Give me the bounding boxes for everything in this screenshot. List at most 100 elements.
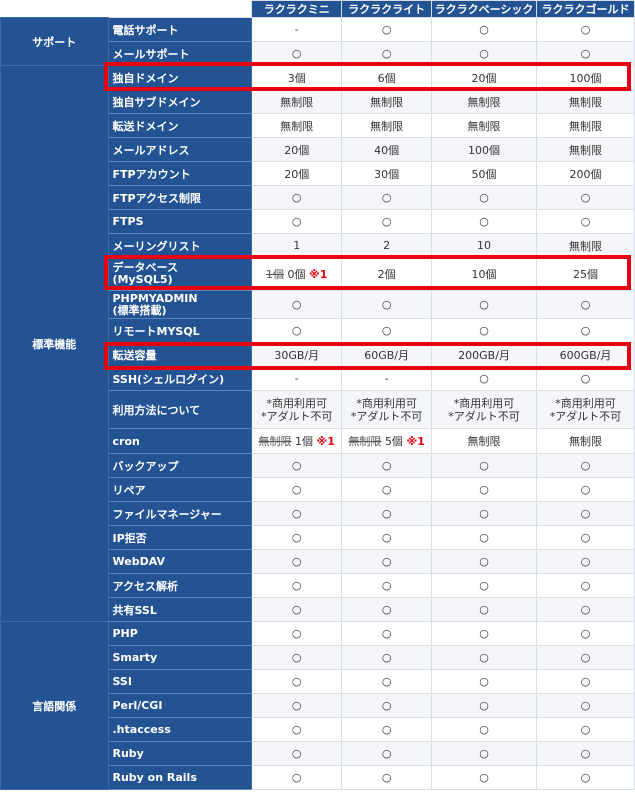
feature-label-line: (標準搭載) <box>112 303 167 317</box>
cell-value: 200GB/月 <box>431 342 538 367</box>
cell-value: ○ <box>251 621 343 646</box>
cell-value: - <box>251 366 343 391</box>
cell-value: ○ <box>341 477 433 502</box>
cell-value: ○ <box>251 645 343 670</box>
cell-value: ○ <box>431 693 538 718</box>
cell-value: ○ <box>251 290 343 319</box>
cell-value: 無制限 <box>431 89 538 114</box>
usage-commercial: *商用利用可 <box>555 396 616 410</box>
cell-value: ○ <box>251 669 343 694</box>
feature-label: SSI <box>107 669 253 694</box>
cell-value: ○ <box>431 366 538 391</box>
cell-value: 10個 <box>431 257 538 291</box>
cell-value: ○ <box>251 549 343 574</box>
cell-value: ○ <box>341 525 433 550</box>
cell-value: 無制限 <box>536 428 635 454</box>
cell-value: ○ <box>251 41 343 66</box>
cell-value: ○ <box>341 621 433 646</box>
usage-commercial: *商用利用可 <box>356 396 417 410</box>
cell-value: ○ <box>431 290 538 319</box>
note-mark: ※1 <box>406 435 425 448</box>
cell-value: ○ <box>341 573 433 598</box>
cell-value: ○ <box>431 741 538 766</box>
category-support: サポート <box>0 17 109 66</box>
plan-header-mini: ラクラクミニ <box>251 0 343 18</box>
cell-value: ○ <box>536 669 635 694</box>
cell-value: - <box>341 366 433 391</box>
feature-label: 電話サポート <box>107 17 253 42</box>
cell-value: 1個 0個 ※1 <box>251 257 343 291</box>
header-blank <box>0 0 252 18</box>
cell-value: ○ <box>251 693 343 718</box>
table-row: サポート 電話サポート - ○ ○ ○ <box>0 17 635 66</box>
cell-value: ○ <box>341 597 433 622</box>
feature-label: 独自ドメイン <box>107 65 253 90</box>
feature-label: 利用方法について <box>107 390 253 429</box>
cell-value: 無制限 <box>341 89 433 114</box>
cell-value: ○ <box>341 209 433 234</box>
current-value: 0個 <box>287 268 306 281</box>
cell-value: ○ <box>341 318 433 343</box>
cell-value: ○ <box>341 41 433 66</box>
cell-value: 無制限 <box>536 137 635 162</box>
struck-value: 1個 <box>266 268 285 281</box>
cell-value: ○ <box>341 669 433 694</box>
cell-value: ○ <box>251 717 343 742</box>
cell-value: *商用利用可 *アダルト不可 <box>341 390 433 429</box>
feature-label: IP拒否 <box>107 525 253 550</box>
cell-value: ○ <box>341 185 433 210</box>
cell-value: ○ <box>536 185 635 210</box>
cell-value: ○ <box>251 501 343 526</box>
cell-value: 2 <box>341 233 433 258</box>
cell-value: ○ <box>431 525 538 550</box>
feature-label: データベース (MySQL5) <box>107 257 253 291</box>
cell-value: 30GB/月 <box>251 342 343 367</box>
cell-value: ○ <box>536 741 635 766</box>
cell-value: 無制限 1個 ※1 <box>251 428 343 454</box>
current-value: 1個 <box>295 435 314 448</box>
cell-value: ○ <box>431 717 538 742</box>
cell-value: ○ <box>536 318 635 343</box>
cell-value: ○ <box>536 597 635 622</box>
cell-value: ○ <box>431 549 538 574</box>
cell-value: 60GB/月 <box>341 342 433 367</box>
feature-label: Perl/CGI <box>107 693 253 718</box>
cell-value: ○ <box>341 549 433 574</box>
cell-value: ○ <box>431 765 538 790</box>
cell-value: 無制限 <box>431 113 538 138</box>
feature-label: SSH(シェルログイン) <box>107 366 253 391</box>
struck-value: 無制限 <box>258 435 292 448</box>
feature-label: FTPアカウント <box>107 161 253 186</box>
feature-label: PHP <box>107 621 253 646</box>
cell-value: 50個 <box>431 161 538 186</box>
cell-value: - <box>251 17 343 42</box>
note-mark: ※1 <box>309 268 328 281</box>
cell-value: ○ <box>251 209 343 234</box>
feature-label: cron <box>107 428 253 454</box>
feature-label: .htaccess <box>107 717 253 742</box>
feature-label: Smarty <box>107 645 253 670</box>
feature-label: バックアップ <box>107 453 253 478</box>
cell-value: ○ <box>431 621 538 646</box>
cell-value: ○ <box>341 290 433 319</box>
feature-label: メールサポート <box>107 41 253 66</box>
cell-value: 無制限 <box>251 89 343 114</box>
cell-value: ○ <box>341 765 433 790</box>
usage-adult: *アダルト不可 <box>350 409 423 423</box>
usage-adult: *アダルト不可 <box>549 409 622 423</box>
cell-value: 無制限 <box>341 113 433 138</box>
plan-header-lite: ラクラクライト <box>341 0 433 18</box>
cell-value: ○ <box>431 453 538 478</box>
cell-value: ○ <box>536 525 635 550</box>
category-language: 言語関係 <box>0 621 109 790</box>
cell-value: 6個 <box>341 65 433 90</box>
cell-value: ○ <box>536 477 635 502</box>
feature-label: FTPS <box>107 209 253 234</box>
cell-value: *商用利用可 *アダルト不可 <box>431 390 538 429</box>
cell-value: 無制限 <box>536 89 635 114</box>
cell-value: 40個 <box>341 137 433 162</box>
cell-value: ○ <box>341 741 433 766</box>
cell-value: ○ <box>536 645 635 670</box>
cell-value: ○ <box>251 741 343 766</box>
cell-value: ○ <box>536 453 635 478</box>
